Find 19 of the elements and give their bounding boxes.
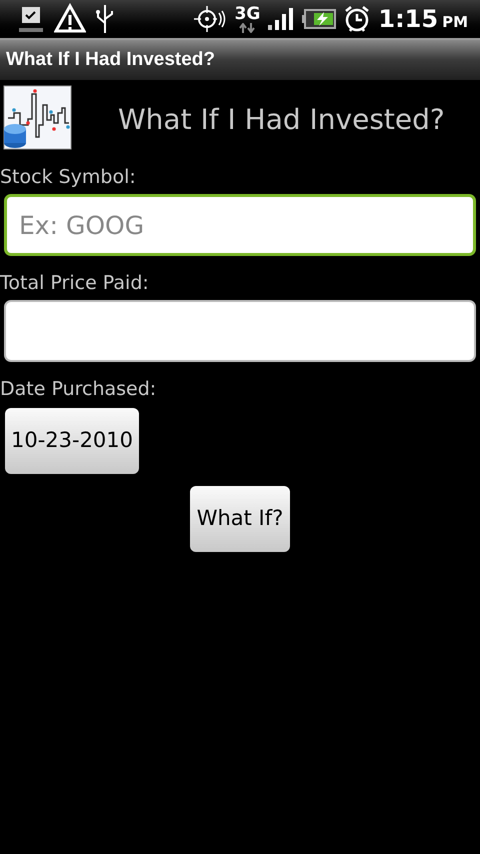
network-type: 3G bbox=[234, 6, 260, 22]
field-label: Total Price Paid: bbox=[0, 270, 150, 296]
clock-time: 1:15 bbox=[378, 4, 438, 35]
date-button[interactable]: 10-23-2010 bbox=[5, 408, 139, 474]
data-arrows-icon bbox=[238, 22, 256, 32]
input-field[interactable]: Ex: GOOG bbox=[4, 194, 476, 256]
input-field[interactable] bbox=[4, 300, 476, 362]
field-label: Date Purchased: bbox=[0, 376, 158, 402]
app-heading: What If I Had Invested? bbox=[118, 102, 445, 138]
signal-icon bbox=[268, 7, 294, 31]
warning-icon bbox=[54, 3, 86, 35]
alarm-clock-icon bbox=[344, 5, 370, 33]
clock-ampm: PM bbox=[442, 12, 468, 33]
what-if-button[interactable]: What If? bbox=[190, 486, 290, 552]
window-title: What If I Had Invested? bbox=[6, 48, 216, 72]
download-done-icon bbox=[16, 4, 46, 34]
battery-charging-icon bbox=[302, 9, 336, 29]
field-label: Stock Symbol: bbox=[0, 164, 137, 190]
usb-icon bbox=[94, 3, 116, 35]
